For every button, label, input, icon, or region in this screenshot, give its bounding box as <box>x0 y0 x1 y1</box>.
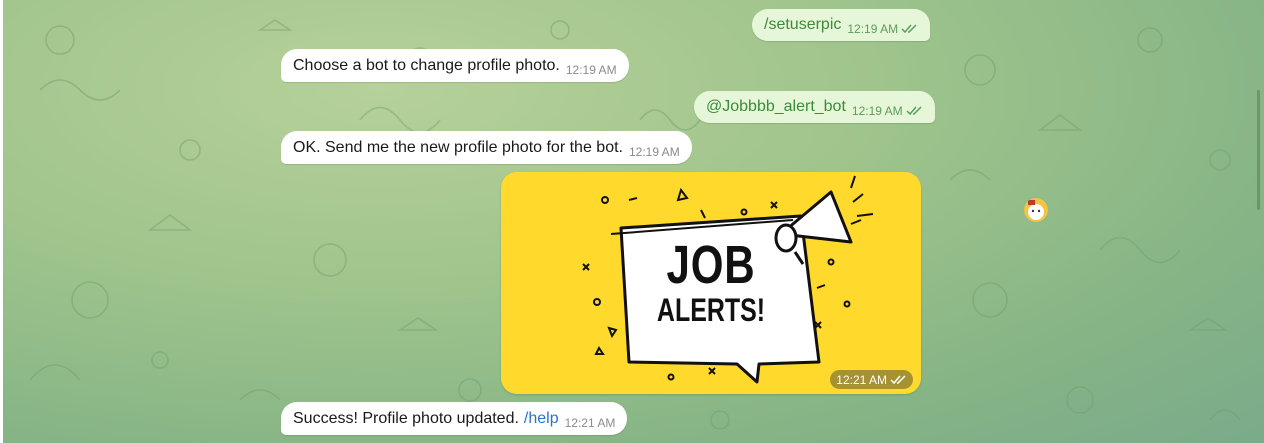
message-outgoing-setuserpic[interactable]: /setuserpic 12:19 AM <box>752 9 931 41</box>
message-time: 12:21 AM <box>836 372 887 387</box>
message-time: 12:21 AM <box>564 415 616 430</box>
chat-scrollbar[interactable] <box>1257 90 1260 210</box>
message-incoming-success[interactable]: Success! Profile photo updated. /help 12… <box>281 402 628 435</box>
double-check-icon <box>901 24 917 34</box>
message-text: Choose a bot to change profile photo. <box>293 56 560 74</box>
message-text: OK. Send me the new profile photo for th… <box>293 138 623 156</box>
photo-message-job-alerts[interactable]: JOB ALERTS! 12:21 AM <box>501 172 921 394</box>
message-outgoing-bot-username[interactable]: @Jobbbb_alert_bot 12:19 AM <box>694 91 935 123</box>
image-text-alerts: ALERTS! <box>656 292 766 328</box>
message-text: @Jobbbb_alert_bot <box>706 98 846 115</box>
window-edge <box>0 0 3 443</box>
double-check-icon <box>890 374 906 384</box>
message-incoming-choose-bot[interactable]: Choose a bot to change profile photo. 12… <box>281 49 629 82</box>
message-text: Success! Profile photo updated. <box>293 409 519 427</box>
message-time: 12:19 AM <box>628 144 680 159</box>
photo-timestamp: 12:21 AM <box>830 370 913 389</box>
bot-avatar-icon[interactable] <box>1024 198 1048 222</box>
message-time: 12:19 AM <box>851 104 903 118</box>
message-incoming-send-photo[interactable]: OK. Send me the new profile photo for th… <box>281 131 692 164</box>
help-command-link[interactable]: /help <box>524 410 559 428</box>
image-text-job: JOB <box>666 235 756 295</box>
message-text: /setuserpic <box>764 16 842 33</box>
message-time: 12:19 AM <box>565 62 617 77</box>
double-check-icon <box>906 106 922 116</box>
message-time: 12:19 AM <box>847 22 899 36</box>
